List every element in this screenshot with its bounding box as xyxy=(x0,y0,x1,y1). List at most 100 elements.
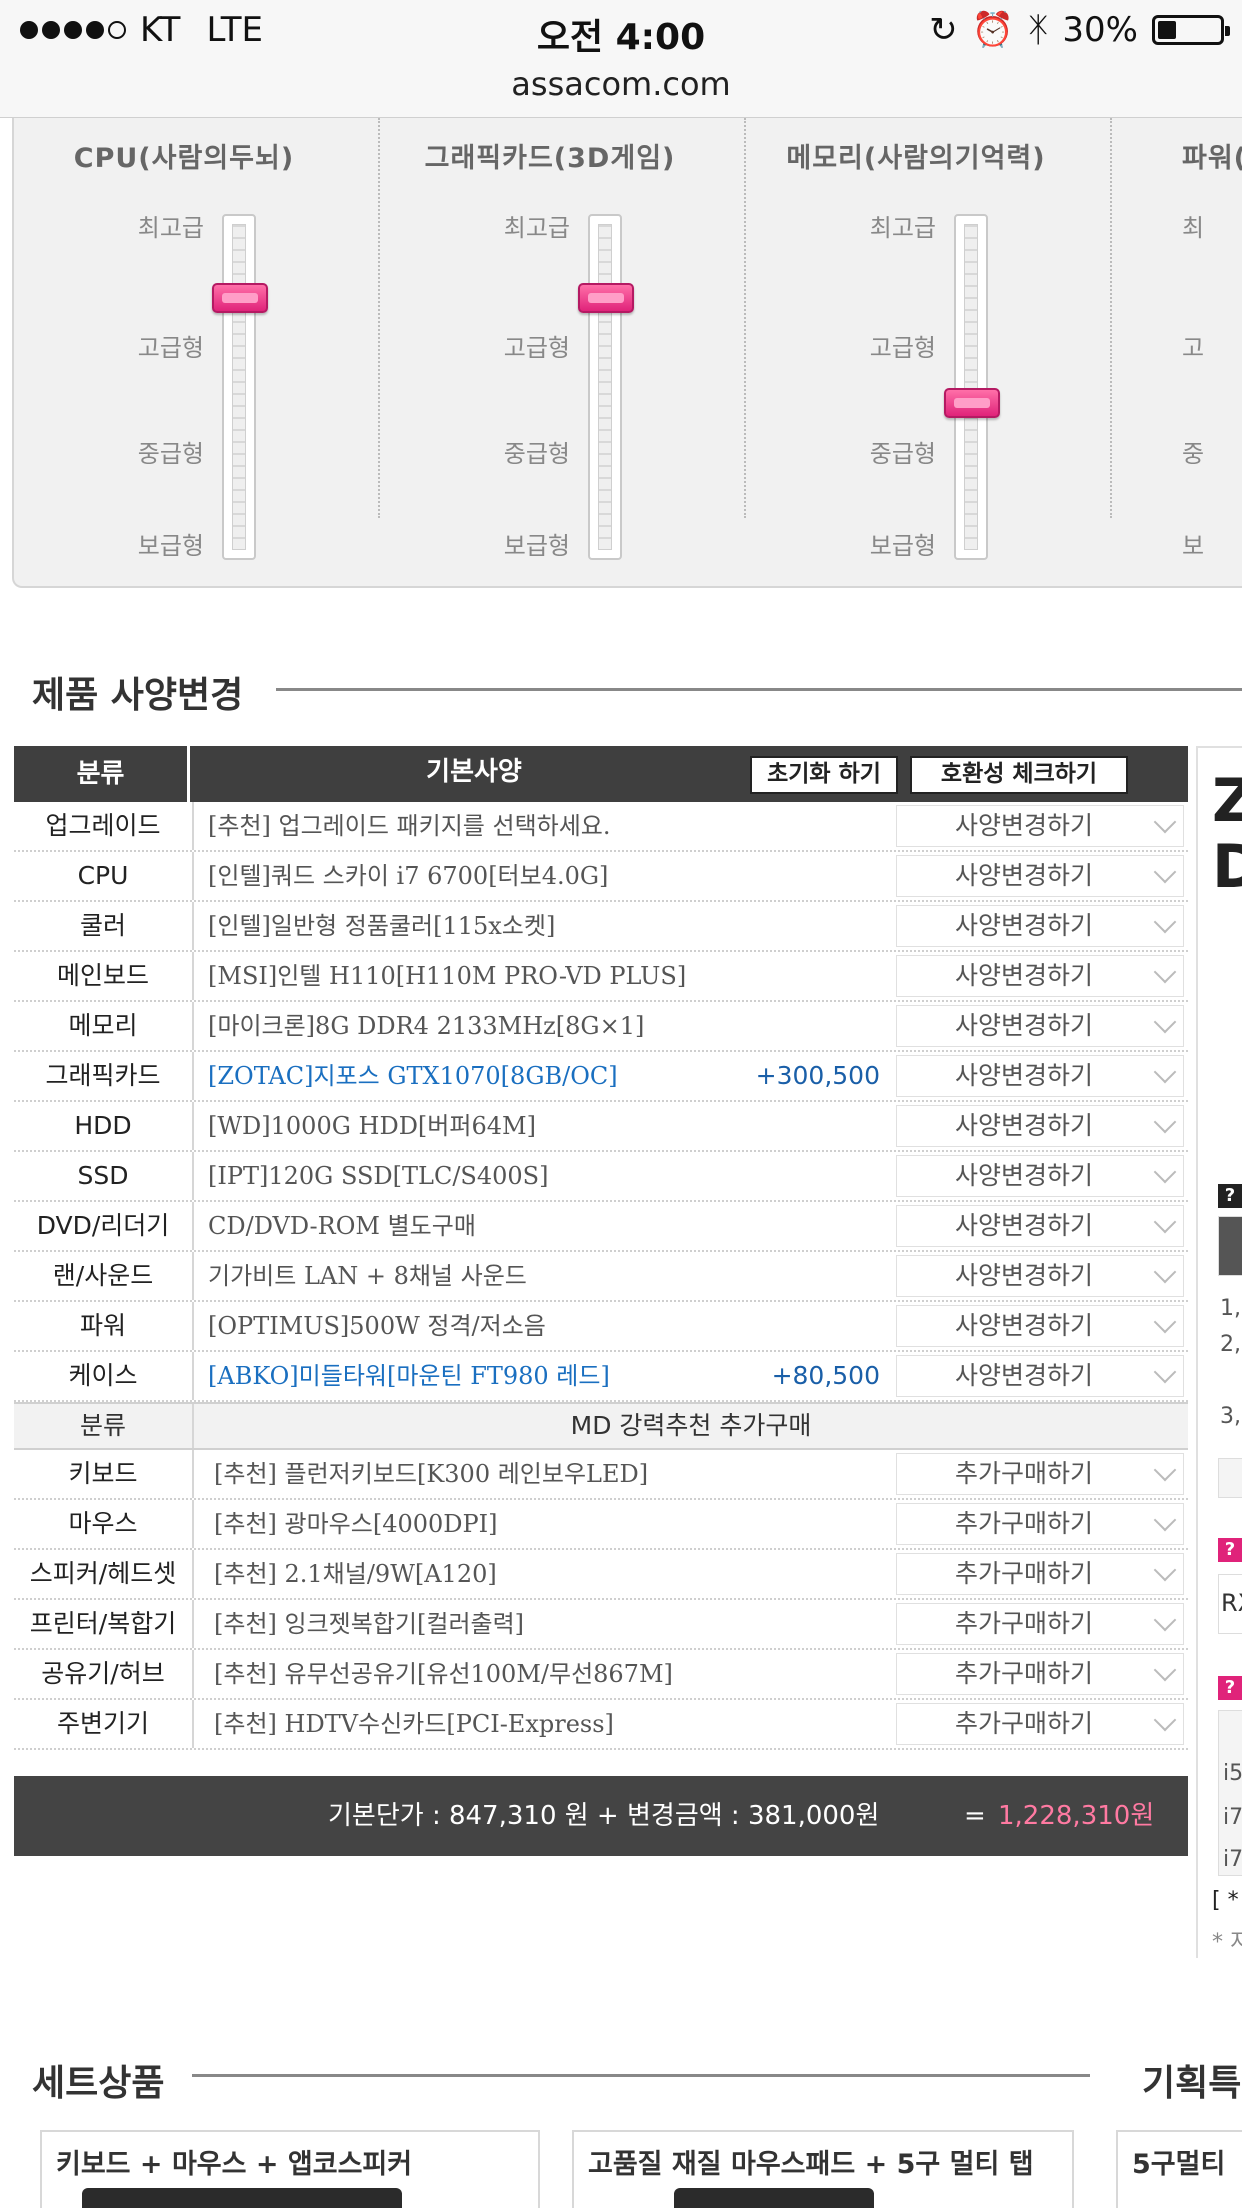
rotation-lock-icon: ↻ xyxy=(929,10,958,50)
add-purchase-select[interactable]: 추가구매하기 xyxy=(896,1703,1184,1745)
select-label: 사양변경하기 xyxy=(955,1011,1094,1040)
set-card-title: 키보드 + 마우스 + 앱코스피커 xyxy=(56,2149,413,2180)
product-sidebar: Z D ? 1, 2, 3, ? RX ? i5 i7 i7 [ * * 지 xyxy=(1196,746,1242,1958)
row-category: 파워 xyxy=(14,1302,194,1350)
row-category: 쿨러 xyxy=(14,902,194,950)
slider-knob[interactable] xyxy=(944,387,1000,418)
select-label: 추가구매하기 xyxy=(955,1659,1094,1688)
slider-knob[interactable] xyxy=(578,282,634,313)
select-label: 사양변경하기 xyxy=(955,811,1094,840)
level-label: 중급형 xyxy=(137,440,204,468)
addon-header: 분류 MD 강력추천 추가구매 xyxy=(14,1402,1188,1450)
reset-button[interactable]: 초기화 하기 xyxy=(750,756,898,794)
row-spec-value: [추천] 잉크젯복합기[컬러출력] xyxy=(214,1610,525,1638)
row-spec-value: [인텔]일반형 정품쿨러[115x소켓] xyxy=(208,912,556,940)
change-spec-select[interactable]: 사양변경하기 xyxy=(896,855,1184,897)
level-label: 중급형 xyxy=(869,440,936,468)
chevron-down-icon xyxy=(1153,960,1177,984)
help-icon[interactable]: ? xyxy=(1218,1538,1242,1562)
section-title-spec: 제품 사양변경 xyxy=(32,675,244,716)
level-label: 중 xyxy=(1182,440,1205,468)
row-category: 그래픽카드 xyxy=(14,1052,194,1100)
sidebar-line: 1, xyxy=(1220,1296,1241,1321)
change-spec-select[interactable]: 사양변경하기 xyxy=(896,1105,1184,1147)
select-label: 사양변경하기 xyxy=(955,861,1094,890)
table-row: 쿨러 [인텔]일반형 정품쿨러[115x소켓] 사양변경하기 xyxy=(14,902,1188,952)
row-category: 메모리 xyxy=(14,1002,194,1050)
row-spec-value: [추천] 유무선공유기[유선100M/무선867M] xyxy=(214,1660,673,1688)
level-label: 고 xyxy=(1182,334,1205,362)
compat-check-button[interactable]: 호환성 체크하기 xyxy=(910,756,1128,794)
url-bar[interactable]: assacom.com xyxy=(0,62,1242,118)
slider-title: 그래픽카드(3D게임) xyxy=(424,143,676,174)
battery-icon xyxy=(1152,15,1230,45)
alarm-icon: ⏰ xyxy=(971,10,1015,50)
col-category-header: 분류 xyxy=(14,746,190,802)
change-spec-select[interactable]: 사양변경하기 xyxy=(896,905,1184,947)
select-label: 추가구매하기 xyxy=(955,1709,1094,1738)
level-label: 고급형 xyxy=(869,334,936,362)
change-spec-select[interactable]: 사양변경하기 xyxy=(896,955,1184,997)
slider-track[interactable] xyxy=(944,214,1000,560)
change-spec-select[interactable]: 사양변경하기 xyxy=(896,805,1184,847)
status-right: ↻ ⏰ ᛡ 30% xyxy=(929,10,1230,50)
level-label: 보 xyxy=(1182,532,1205,560)
sidebar-list-item[interactable]: i7 xyxy=(1223,1805,1242,1830)
table-row: 메모리 [마이크론]8G DDR4 2133MHz[8G×1] 사양변경하기 xyxy=(14,1002,1188,1052)
total-price: 1,228,310원 xyxy=(998,1801,1155,1831)
chevron-down-icon xyxy=(1153,1010,1177,1034)
set-card[interactable]: 5구멀티 xyxy=(1116,2130,1242,2208)
row-category: SSD xyxy=(14,1152,194,1200)
spec-table: 분류 기본사양 초기화 하기 호환성 체크하기 업그레이드 [추천] 업그레이드 … xyxy=(14,746,1188,1750)
sidebar-select[interactable]: RX xyxy=(1218,1574,1242,1634)
change-spec-select[interactable]: 사양변경하기 xyxy=(896,1305,1184,1347)
addon-row: 키보드 [추천] 플런저키보드[K300 레인보우LED] 추가구매하기 xyxy=(14,1450,1188,1500)
change-spec-select[interactable]: 사양변경하기 xyxy=(896,1355,1184,1397)
addon-row: 스피커/헤드셋 [추천] 2.1채널/9W[A120] 추가구매하기 xyxy=(14,1550,1188,1600)
change-spec-select[interactable]: 사양변경하기 xyxy=(896,1205,1184,1247)
select-label: 사양변경하기 xyxy=(955,1261,1094,1290)
section-divider xyxy=(276,688,1242,691)
slider-group-memory: 메모리(사람의기억력) 최고급 고급형 중급형 보급형 xyxy=(746,118,1112,560)
select-label: 사양변경하기 xyxy=(955,1311,1094,1340)
slider-title: CPU(사람의두뇌) xyxy=(73,143,295,174)
select-label: 추가구매하기 xyxy=(955,1559,1094,1588)
sidebar-button[interactable] xyxy=(1218,1458,1242,1498)
set-card[interactable]: 고품질 재질 마우스패드 + 5구 멀티 탭 xyxy=(572,2130,1074,2208)
row-spec-value: [IPT]120G SSD[TLC/S400S] xyxy=(208,1162,549,1190)
add-purchase-select[interactable]: 추가구매하기 xyxy=(896,1503,1184,1545)
add-purchase-select[interactable]: 추가구매하기 xyxy=(896,1603,1184,1645)
slider-group-gpu: 그래픽카드(3D게임) 최고급 고급형 중급형 보급형 xyxy=(380,118,746,560)
table-row: 랜/사운드 기가비트 LAN + 8채널 사운드 사양변경하기 xyxy=(14,1252,1188,1302)
add-purchase-select[interactable]: 추가구매하기 xyxy=(896,1553,1184,1595)
chevron-down-icon xyxy=(1153,810,1177,834)
help-icon[interactable]: ? xyxy=(1218,1676,1242,1700)
row-category: 키보드 xyxy=(14,1450,194,1498)
change-spec-select[interactable]: 사양변경하기 xyxy=(896,1055,1184,1097)
sidebar-heading: Z D xyxy=(1212,766,1242,902)
sidebar-list-item[interactable]: i5 xyxy=(1223,1761,1242,1786)
sidebar-list-item[interactable]: i7 xyxy=(1223,1847,1242,1872)
level-label: 최고급 xyxy=(137,214,204,242)
chevron-down-icon xyxy=(1153,1558,1177,1582)
sidebar-note: [ * xyxy=(1212,1888,1239,1913)
slider-track[interactable] xyxy=(212,214,268,560)
select-label: 추가구매하기 xyxy=(955,1609,1094,1638)
slider-knob[interactable] xyxy=(212,282,268,313)
slider-track[interactable] xyxy=(578,214,634,560)
change-spec-select[interactable]: 사양변경하기 xyxy=(896,1005,1184,1047)
help-icon[interactable]: ? xyxy=(1218,1184,1242,1208)
select-label: 사양변경하기 xyxy=(955,911,1094,940)
sidebar-line: 3, xyxy=(1220,1404,1241,1429)
change-spec-select[interactable]: 사양변경하기 xyxy=(896,1255,1184,1297)
addon-row: 프린터/복합기 [추천] 잉크젯복합기[컬러출력] 추가구매하기 xyxy=(14,1600,1188,1650)
add-purchase-select[interactable]: 추가구매하기 xyxy=(896,1653,1184,1695)
performance-slider-panel: CPU(사람의두뇌) 최고급 고급형 중급형 보급형 그래픽카드(3D게임) 최… xyxy=(12,118,1242,588)
set-card[interactable]: 키보드 + 마우스 + 앱코스피커 xyxy=(40,2130,540,2208)
row-category: 프린터/복합기 xyxy=(14,1600,194,1648)
chevron-down-icon xyxy=(1153,1260,1177,1284)
add-purchase-select[interactable]: 추가구매하기 xyxy=(896,1453,1184,1495)
change-spec-select[interactable]: 사양변경하기 xyxy=(896,1155,1184,1197)
section-title-special: 기획특 xyxy=(1142,2063,1242,2104)
chevron-down-icon xyxy=(1153,1458,1177,1482)
